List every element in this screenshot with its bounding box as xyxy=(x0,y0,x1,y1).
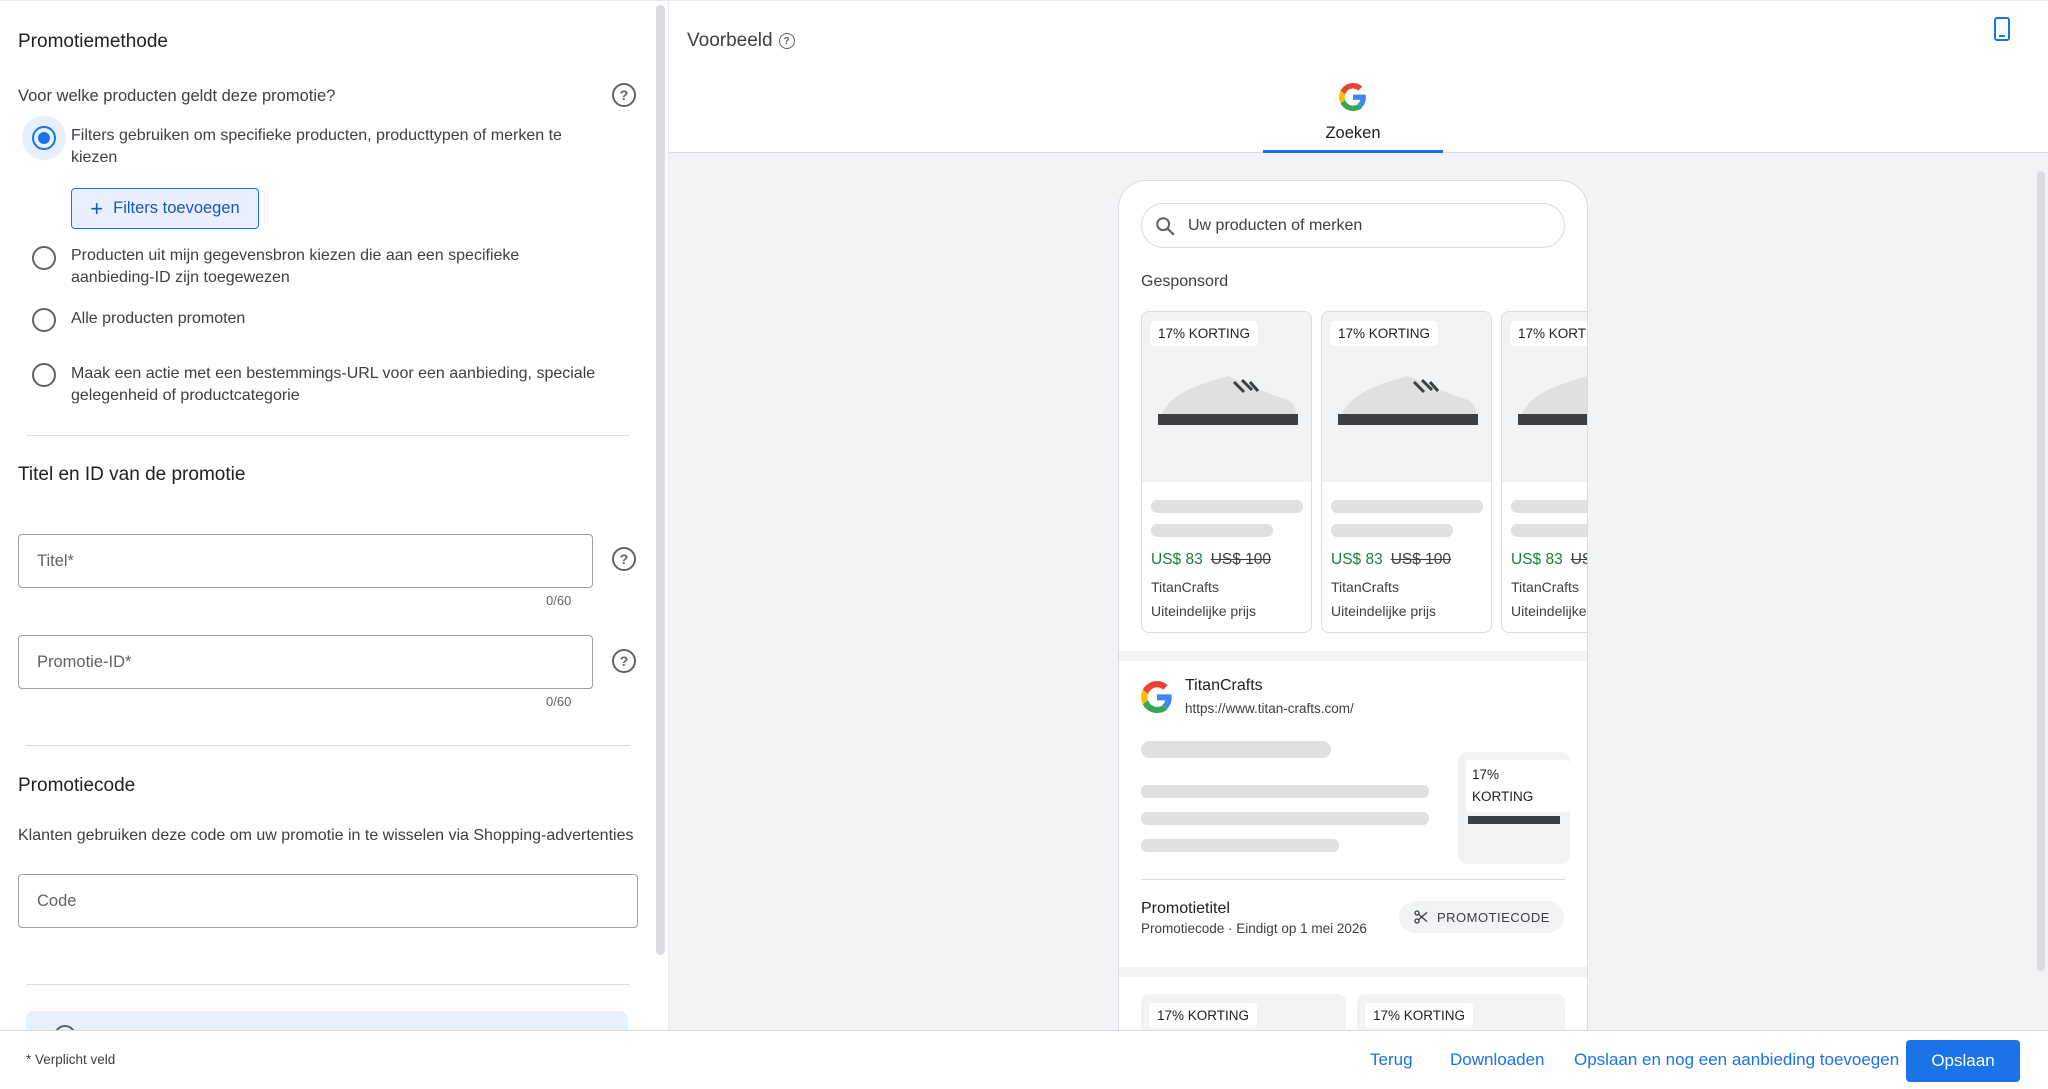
radio-destination-url[interactable] xyxy=(32,363,56,387)
shoe-icon xyxy=(1338,376,1478,425)
skeleton-line xyxy=(1141,812,1429,825)
shoe-sole xyxy=(1468,816,1560,824)
product-image: 17% KORTING xyxy=(1502,312,1587,482)
right-scrollbar[interactable] xyxy=(2037,171,2045,971)
help-icon[interactable]: ? xyxy=(612,547,636,571)
product-card: 17% KORTING xyxy=(1141,994,1346,1030)
divider xyxy=(1141,879,1565,880)
divider xyxy=(26,745,630,746)
mobile-device-icon[interactable] xyxy=(1994,17,2010,41)
radio-filters[interactable] xyxy=(32,126,56,150)
promo-title: Promotietitel xyxy=(1141,900,1230,917)
discount-badge: 17% KORTING xyxy=(1510,321,1587,346)
scissors-icon xyxy=(1414,910,1428,924)
product-price: US$ 83US$ 100 xyxy=(1331,551,1452,568)
search-icon xyxy=(1156,216,1175,235)
section-separator xyxy=(1119,651,1587,661)
skeleton-line xyxy=(1511,524,1587,537)
promotion-editor: Promotiemethode Voor welke producten gel… xyxy=(0,0,2048,1089)
radio-all-products[interactable] xyxy=(32,308,56,332)
back-button[interactable]: Terug xyxy=(1370,1050,1413,1070)
product-card: 17% KORTING US$ 83US$ 100 xyxy=(1501,311,1587,633)
discount-badge: 17% KORTING xyxy=(1365,1003,1474,1028)
sponsored-label: Gesponsord xyxy=(1141,273,1229,290)
radio-label-destination-url[interactable]: Maak een actie met een bestemmings-URL v… xyxy=(71,363,595,407)
skeleton-line xyxy=(1511,500,1587,513)
mobile-preview: Uw producten of merken Gesponsord 17% KO… xyxy=(1118,180,1588,1030)
preview-search-bar: Uw producten of merken xyxy=(1141,203,1565,248)
tab-search[interactable]: Zoeken xyxy=(1263,81,1443,153)
promo-thumbnail: 17% KORTING xyxy=(1458,752,1570,864)
shoe-icon xyxy=(1158,376,1298,425)
required-field-note: * Verplicht veld xyxy=(26,1052,116,1067)
plus-icon: + xyxy=(90,195,104,221)
left-scrollbar[interactable] xyxy=(656,5,665,955)
product-card: 17% KORTING US$ 83US$ 100 xyxy=(1141,311,1312,633)
product-price: US$ 83US$ 100 xyxy=(1151,551,1272,568)
divider xyxy=(26,435,630,436)
product-image: 17% KORTING xyxy=(1142,312,1311,482)
final-price-label: Uiteindelijke prijs xyxy=(1331,603,1437,619)
title-counter: 0/60 xyxy=(546,593,572,608)
product-card: 17% KORTING xyxy=(1357,994,1565,1030)
discount-badge: 17% KORTING xyxy=(1150,321,1259,346)
section-title-promo-id: Titel en ID van de promotie xyxy=(18,464,246,485)
merchant-name: TitanCrafts xyxy=(1331,579,1399,595)
promo-meta: Promotiecode · Eindigt op 1 mei 2026 xyxy=(1141,921,1367,936)
google-logo-icon xyxy=(1339,83,1366,111)
save-and-add-button[interactable]: Opslaan en nog een aanbieding toevoegen xyxy=(1574,1050,1899,1070)
skeleton-line xyxy=(1331,500,1483,513)
product-card: 17% KORTING US$ 83US$ 100 xyxy=(1321,311,1492,633)
radio-label-offer-id[interactable]: Producten uit mijn gegevensbron kiezen d… xyxy=(71,245,519,289)
section-title-method: Promotiemethode xyxy=(18,31,168,52)
add-filters-button[interactable]: + Filters toevoegen xyxy=(71,188,259,229)
skeleton-line xyxy=(1151,500,1303,513)
skeleton-line xyxy=(1141,741,1331,758)
products-question: Voor welke producten geldt deze promotie… xyxy=(18,87,336,105)
help-icon[interactable]: ? xyxy=(612,649,636,673)
download-button[interactable]: Downloaden xyxy=(1450,1050,1545,1070)
preview-panel: Voorbeeld ? Zoeken Uw producten of merke… xyxy=(668,0,2048,1030)
product-carousel: 17% KORTING US$ 83 US$ 100 TitanCrafts U… xyxy=(1141,311,1587,633)
google-logo-icon xyxy=(1141,681,1172,713)
radio-label-filters[interactable]: Filters gebruiken om specifieke producte… xyxy=(71,125,562,169)
discount-badge: 17% KORTING xyxy=(1466,760,1570,812)
shoe-icon xyxy=(1518,376,1587,425)
shop-name: TitanCrafts xyxy=(1185,677,1263,694)
shop-url: https://www.titan-crafts.com/ xyxy=(1185,701,1354,716)
merchant-name: TitanCrafts xyxy=(1511,579,1579,595)
promo-code-chip: PROMOTIECODE xyxy=(1399,901,1564,933)
code-input[interactable]: Code xyxy=(18,874,638,928)
radio-offer-id[interactable] xyxy=(32,246,56,270)
radio-label-all-products[interactable]: Alle producten promoten xyxy=(71,308,245,330)
skeleton-line xyxy=(1331,524,1453,537)
discount-badge: 17% KORTING xyxy=(1330,321,1439,346)
skeleton-line xyxy=(1151,524,1273,537)
preview-title: Voorbeeld ? xyxy=(687,30,795,52)
section-separator xyxy=(1119,967,1587,977)
discount-badge: 17% KORTING xyxy=(1149,1003,1258,1028)
action-footer: * Verplicht veld Terug Downloaden Opslaa… xyxy=(0,1030,2048,1089)
promo-code-description: Klanten gebruiken deze code om uw promot… xyxy=(18,827,634,844)
help-icon[interactable]: ? xyxy=(778,33,795,49)
promotion-form-panel: Promotiemethode Voor welke producten gel… xyxy=(0,0,668,1030)
skeleton-line xyxy=(1141,785,1429,798)
final-price-label: Uiteindelijke prijs xyxy=(1151,603,1257,619)
title-input[interactable]: Titel* xyxy=(18,534,593,588)
divider xyxy=(26,984,630,985)
product-image: 17% KORTING xyxy=(1322,312,1491,482)
info-box xyxy=(26,1011,628,1030)
merchant-name: TitanCrafts xyxy=(1151,579,1219,595)
section-title-promo-code: Promotiecode xyxy=(18,775,136,796)
final-price-label: Uiteindelijke prijs xyxy=(1511,603,1587,619)
save-button[interactable]: Opslaan xyxy=(1906,1040,2020,1082)
skeleton-line xyxy=(1141,839,1339,852)
help-icon[interactable]: ? xyxy=(612,83,636,107)
product-price: US$ 83US$ 100 xyxy=(1511,551,1587,568)
id-counter: 0/60 xyxy=(546,694,572,709)
promotion-id-input[interactable]: Promotie-ID* xyxy=(18,635,593,689)
